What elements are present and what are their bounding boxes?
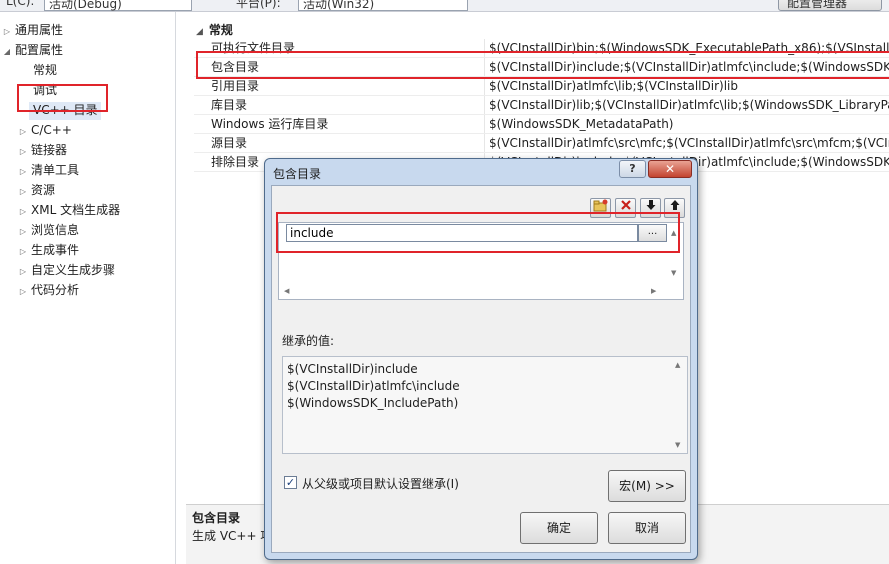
macros-button[interactable]: 宏(M) >> [608, 470, 686, 502]
platform-select[interactable]: 活动(Win32) [298, 0, 468, 11]
annotation-highlight-entry [276, 212, 680, 253]
expand-arrow-icon[interactable]: ▷ [18, 242, 28, 262]
inherited-value: $(VCInstallDir)include [287, 362, 418, 376]
annotation-highlight-vc-directories [17, 84, 108, 112]
property-name: 库目录 [211, 98, 248, 112]
tree-item-label: 配置属性 [15, 43, 64, 57]
tree-item-label: 常规 [33, 63, 58, 77]
inherit-checkbox-label: 从父级或项目默认设置继承(I) [302, 477, 459, 491]
property-row-source-dirs[interactable]: 源目录 $(VCInstallDir)atlmfc\src\mfc;$(VCIn… [194, 134, 889, 153]
property-value[interactable]: $(VCInstallDir)atlmfc\src\mfc;$(VCInstal… [484, 134, 889, 152]
expand-arrow-icon[interactable]: ▷ [18, 182, 28, 202]
arrow-up-icon [670, 200, 679, 210]
category-label: 常规 [208, 23, 233, 37]
inherit-checkbox[interactable]: ✓ [284, 476, 297, 489]
close-button[interactable]: ✕ [648, 160, 692, 178]
tree-item-label: 生成事件 [31, 243, 80, 257]
description-title: 包含目录 [192, 511, 241, 525]
property-row-library-dirs[interactable]: 库目录 $(VCInstallDir)lib;$(VCInstallDir)at… [194, 96, 889, 115]
collapse-triangle-icon[interactable]: ◢ [196, 27, 203, 37]
tree-item-build-events[interactable]: ▷ 生成事件 [18, 240, 79, 260]
expand-arrow-icon[interactable]: ▷ [18, 162, 28, 182]
config-label: L(C): [6, 0, 35, 8]
inherited-values-label: 继承的值: [282, 334, 335, 348]
dialog-title: 包含目录 [273, 167, 322, 181]
expand-arrow-icon[interactable]: ▷ [18, 122, 28, 142]
description-text: 生成 VC++ 项 [192, 529, 273, 543]
tree-item-label: 通用属性 [15, 23, 64, 37]
folder-icon [593, 199, 608, 212]
tree-item-label: 浏览信息 [31, 223, 80, 237]
property-name: 源目录 [211, 136, 248, 150]
red-x-icon [620, 200, 631, 210]
property-row-windows-runtime-dirs[interactable]: Windows 运行库目录 $(WindowsSDK_MetadataPath) [194, 115, 889, 134]
expand-arrow-icon[interactable]: ▷ [18, 142, 28, 162]
tree-item-resources[interactable]: ▷ 资源 [18, 180, 55, 200]
scroll-up-arrow-icon[interactable]: ▲ [675, 361, 680, 369]
scroll-down-arrow-icon[interactable]: ▼ [671, 269, 676, 277]
tree-item-label: C/C++ [31, 123, 72, 137]
category-header-general[interactable]: ◢ 常规 [186, 20, 233, 40]
help-button[interactable]: ? [619, 160, 646, 178]
ok-button[interactable]: 确定 [520, 512, 598, 544]
tree-item-config-properties[interactable]: ◢ 配置属性 [2, 40, 63, 60]
platform-label: 平台(P): [236, 0, 281, 10]
expand-arrow-icon[interactable]: ▷ [2, 22, 12, 42]
expand-arrow-icon[interactable]: ▷ [18, 262, 28, 282]
expand-arrow-icon[interactable]: ▷ [18, 222, 28, 242]
tree-item-label: 资源 [31, 183, 56, 197]
tree-item-label: 链接器 [31, 143, 68, 157]
property-value[interactable]: $(VCInstallDir)lib;$(VCInstallDir)atlmfc… [484, 96, 889, 114]
tree-item-custom-build-step[interactable]: ▷ 自定义生成步骤 [18, 260, 115, 280]
tree-item-xml-doc-generator[interactable]: ▷ XML 文档生成器 [18, 200, 120, 220]
tree-item-manifest-tool[interactable]: ▷ 清单工具 [18, 160, 79, 180]
scroll-down-arrow-icon[interactable]: ▼ [675, 441, 680, 449]
expand-arrow-icon[interactable]: ▷ [18, 282, 28, 302]
property-row-reference-dirs[interactable]: 引用目录 $(VCInstallDir)atlmfc\lib;$(VCInsta… [194, 77, 889, 96]
tree-item-browse-info[interactable]: ▷ 浏览信息 [18, 220, 79, 240]
inherited-value: $(WindowsSDK_IncludePath) [287, 396, 459, 410]
property-name: 引用目录 [211, 79, 260, 93]
arrow-down-icon [646, 200, 655, 210]
tree-item-general[interactable]: 常规 [33, 60, 57, 80]
inherited-value: $(VCInstallDir)atlmfc\include [287, 379, 460, 393]
property-name: Windows 运行库目录 [211, 117, 329, 131]
configuration-select[interactable]: 活动(Debug) [44, 0, 192, 11]
tree-item-common-properties[interactable]: ▷ 通用属性 [2, 20, 63, 40]
cancel-button[interactable]: 取消 [608, 512, 686, 544]
inherited-values-box: $(VCInstallDir)include $(VCInstallDir)at… [282, 356, 688, 454]
tree-item-label: XML 文档生成器 [31, 203, 121, 217]
config-toolbar: L(C): 活动(Debug) 平台(P): 活动(Win32) 配置管理器(O… [0, 0, 889, 12]
tree-item-code-analysis[interactable]: ▷ 代码分析 [18, 280, 79, 300]
tree-item-c-cpp[interactable]: ▷ C/C++ [18, 120, 72, 140]
tree-item-label: 代码分析 [31, 283, 80, 297]
tree-item-label: 自定义生成步骤 [31, 263, 116, 277]
expand-arrow-icon[interactable]: ▷ [18, 202, 28, 222]
collapse-arrow-icon[interactable]: ◢ [2, 42, 12, 62]
annotation-highlight-include-row [196, 51, 889, 79]
scroll-right-arrow-icon[interactable]: ▶ [651, 287, 656, 295]
config-manager-button[interactable]: 配置管理器(O)... [778, 0, 882, 11]
property-value[interactable]: $(WindowsSDK_MetadataPath) [484, 115, 889, 133]
scroll-left-arrow-icon[interactable]: ◀ [284, 287, 289, 295]
property-value[interactable]: $(VCInstallDir)atlmfc\lib;$(VCInstallDir… [484, 77, 889, 95]
tree-item-linker[interactable]: ▷ 链接器 [18, 140, 67, 160]
tree-item-label: 清单工具 [31, 163, 80, 177]
